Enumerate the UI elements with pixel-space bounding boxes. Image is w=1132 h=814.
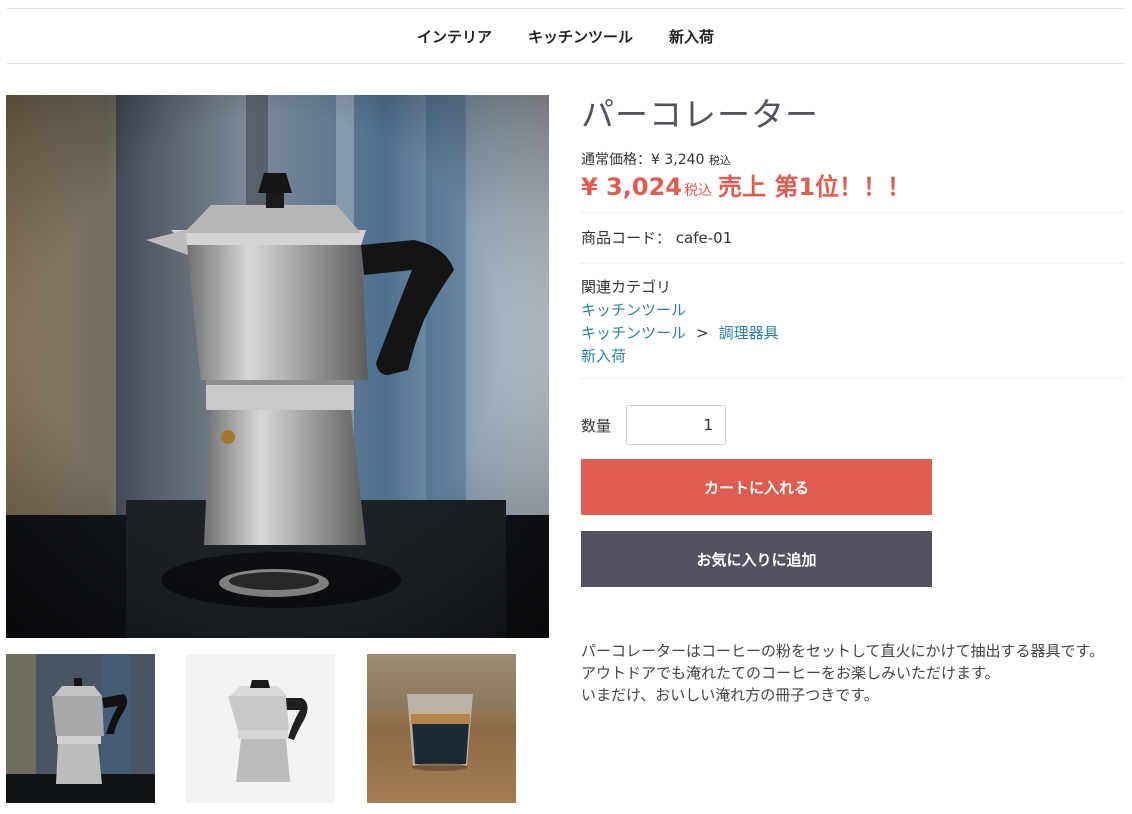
regular-price-tax: 税込 <box>708 154 731 167</box>
regular-price: 通常価格：¥ 3,240 税込 <box>581 151 1124 170</box>
nav-item-new-arrivals[interactable]: 新入荷 <box>669 26 714 47</box>
description-line: アウトドアでも淹れたてのコーヒーをお楽しみいただけます。 <box>581 664 1000 682</box>
add-to-cart-button[interactable]: カートに入れる <box>581 459 932 515</box>
thumbnail-1[interactable] <box>6 654 155 803</box>
product-info: パーコレーター 通常価格：¥ 3,240 税込 ¥ 3,024 税込 売上 第1位！… <box>581 95 1124 706</box>
thumbnail-2[interactable] <box>186 654 335 803</box>
nav-item-kitchen-tools[interactable]: キッチンツール <box>528 26 633 47</box>
promo-text: 売上 第1位！！！ <box>717 173 912 201</box>
top-navigation: インテリア キッチンツール 新入荷 <box>7 8 1124 64</box>
category-link-cookware[interactable]: 調理器具 <box>719 324 779 342</box>
quantity-label: 数量 <box>581 416 612 435</box>
divider <box>581 378 1124 379</box>
category-link-kitchen-tools[interactable]: キッチンツール <box>581 301 686 319</box>
add-to-favorites-button[interactable]: お気に入りに追加 <box>581 531 932 587</box>
category-link-kitchen-tools-parent[interactable]: キッチンツール <box>581 324 686 342</box>
product-code: 商品コード： cafe-01 <box>581 213 1124 263</box>
description-line: パーコレーターはコーヒーの粉をセットして直火にかけて抽出する器具です。 <box>581 642 1105 660</box>
regular-price-value: 通常価格：¥ 3,240 <box>581 152 705 168</box>
product-title: パーコレーター <box>581 95 819 134</box>
related-categories-label: 関連カテゴリ <box>581 278 672 296</box>
product-code-label: 商品コード： <box>581 229 672 247</box>
product-main-image <box>6 95 549 638</box>
quantity-row: 数量 <box>581 405 1124 445</box>
related-categories: 関連カテゴリ キッチンツール キッチンツール > 調理器具 新入荷 <box>581 264 1124 378</box>
product-code-value: cafe-01 <box>675 229 733 247</box>
description-line: いまだけ、おいしい淹れ方の冊子つきです。 <box>581 686 879 704</box>
thumbnail-3[interactable] <box>367 654 516 803</box>
category-link-new-arrivals[interactable]: 新入荷 <box>581 347 626 365</box>
sale-price: ¥ 3,024 税込 売上 第1位！！！ <box>581 172 1124 206</box>
nav-item-interior[interactable]: インテリア <box>417 26 492 47</box>
sale-price-value: ¥ 3,024 <box>581 173 682 201</box>
breadcrumb-separator: > <box>696 324 709 342</box>
sale-price-tax: 税込 <box>683 183 712 199</box>
product-description: パーコレーターはコーヒーの粉をセットして直火にかけて抽出する器具です。 アウトド… <box>581 640 1116 706</box>
quantity-input[interactable] <box>626 405 727 445</box>
